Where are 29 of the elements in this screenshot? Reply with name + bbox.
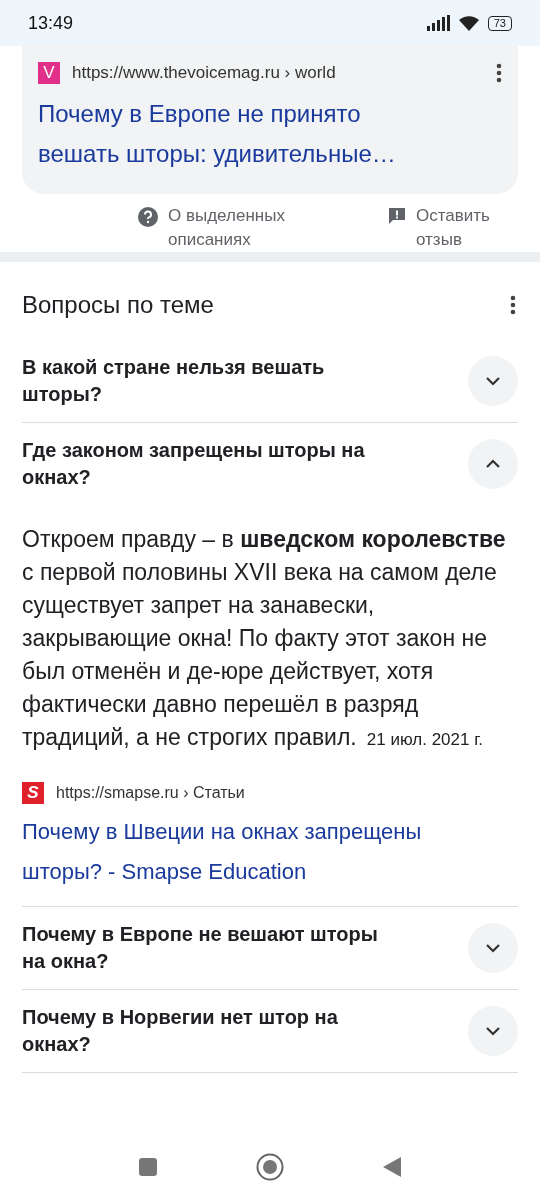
question-text: Почему в Норвегии нет штор на окнах?: [22, 1005, 339, 1057]
site-favicon: V: [38, 62, 60, 84]
signal-icon: [425, 15, 450, 31]
back-button[interactable]: [382, 1156, 402, 1178]
recent-apps-button[interactable]: [138, 1157, 158, 1177]
answer-paragraph: Откроем правду – в шведском королевстве с первой половины XVII века на самом деле существует запрет на занавески, закрывающие окна! По факту этот закон не был отменён и де-юре действует, хотя фактически давно перешёл в разряд традиций, а не строгих правил. 21 июл. 2021 г.: [22, 525, 507, 752]
wifi-icon: [457, 14, 480, 32]
question-text: Почему в Европе не вешают шторы на окна?: [22, 922, 379, 974]
source-title-link[interactable]: Почему в Швеции на окнах запрещены шторы? - Smapse Education: [22, 812, 472, 892]
site-url: https://www.thevoicemag.ru › world: [72, 63, 337, 83]
section-title: Вопросы по теме: [22, 291, 214, 319]
more-options-icon[interactable]: [510, 295, 516, 315]
more-options-icon[interactable]: [496, 63, 502, 83]
help-icon: [138, 207, 158, 227]
site-favicon: S: [22, 782, 44, 804]
footer-link[interactable]: О выделенных описаниях: [138, 204, 288, 252]
footer-link[interactable]: Оставить отзыв: [388, 204, 500, 252]
chevron-down-icon: [485, 376, 501, 386]
site-url: https://smapse.ru › Статьи: [56, 784, 245, 802]
battery-level: 73: [493, 16, 506, 29]
chevron-down-icon: [485, 943, 501, 953]
result-title-link[interactable]: Почему в Европе не принято вешать шторы: удивительные…: [38, 94, 408, 174]
chevron-down-icon: [485, 1026, 501, 1036]
question-text: В какой стране нельзя вешать шторы?: [22, 355, 326, 407]
home-button[interactable]: [256, 1153, 284, 1181]
question-text: Где законом запрещены шторы на окнах?: [22, 438, 366, 490]
feedback-icon: [388, 207, 406, 225]
clock-time: 13:49: [28, 12, 74, 34]
chevron-up-icon: [485, 459, 501, 469]
